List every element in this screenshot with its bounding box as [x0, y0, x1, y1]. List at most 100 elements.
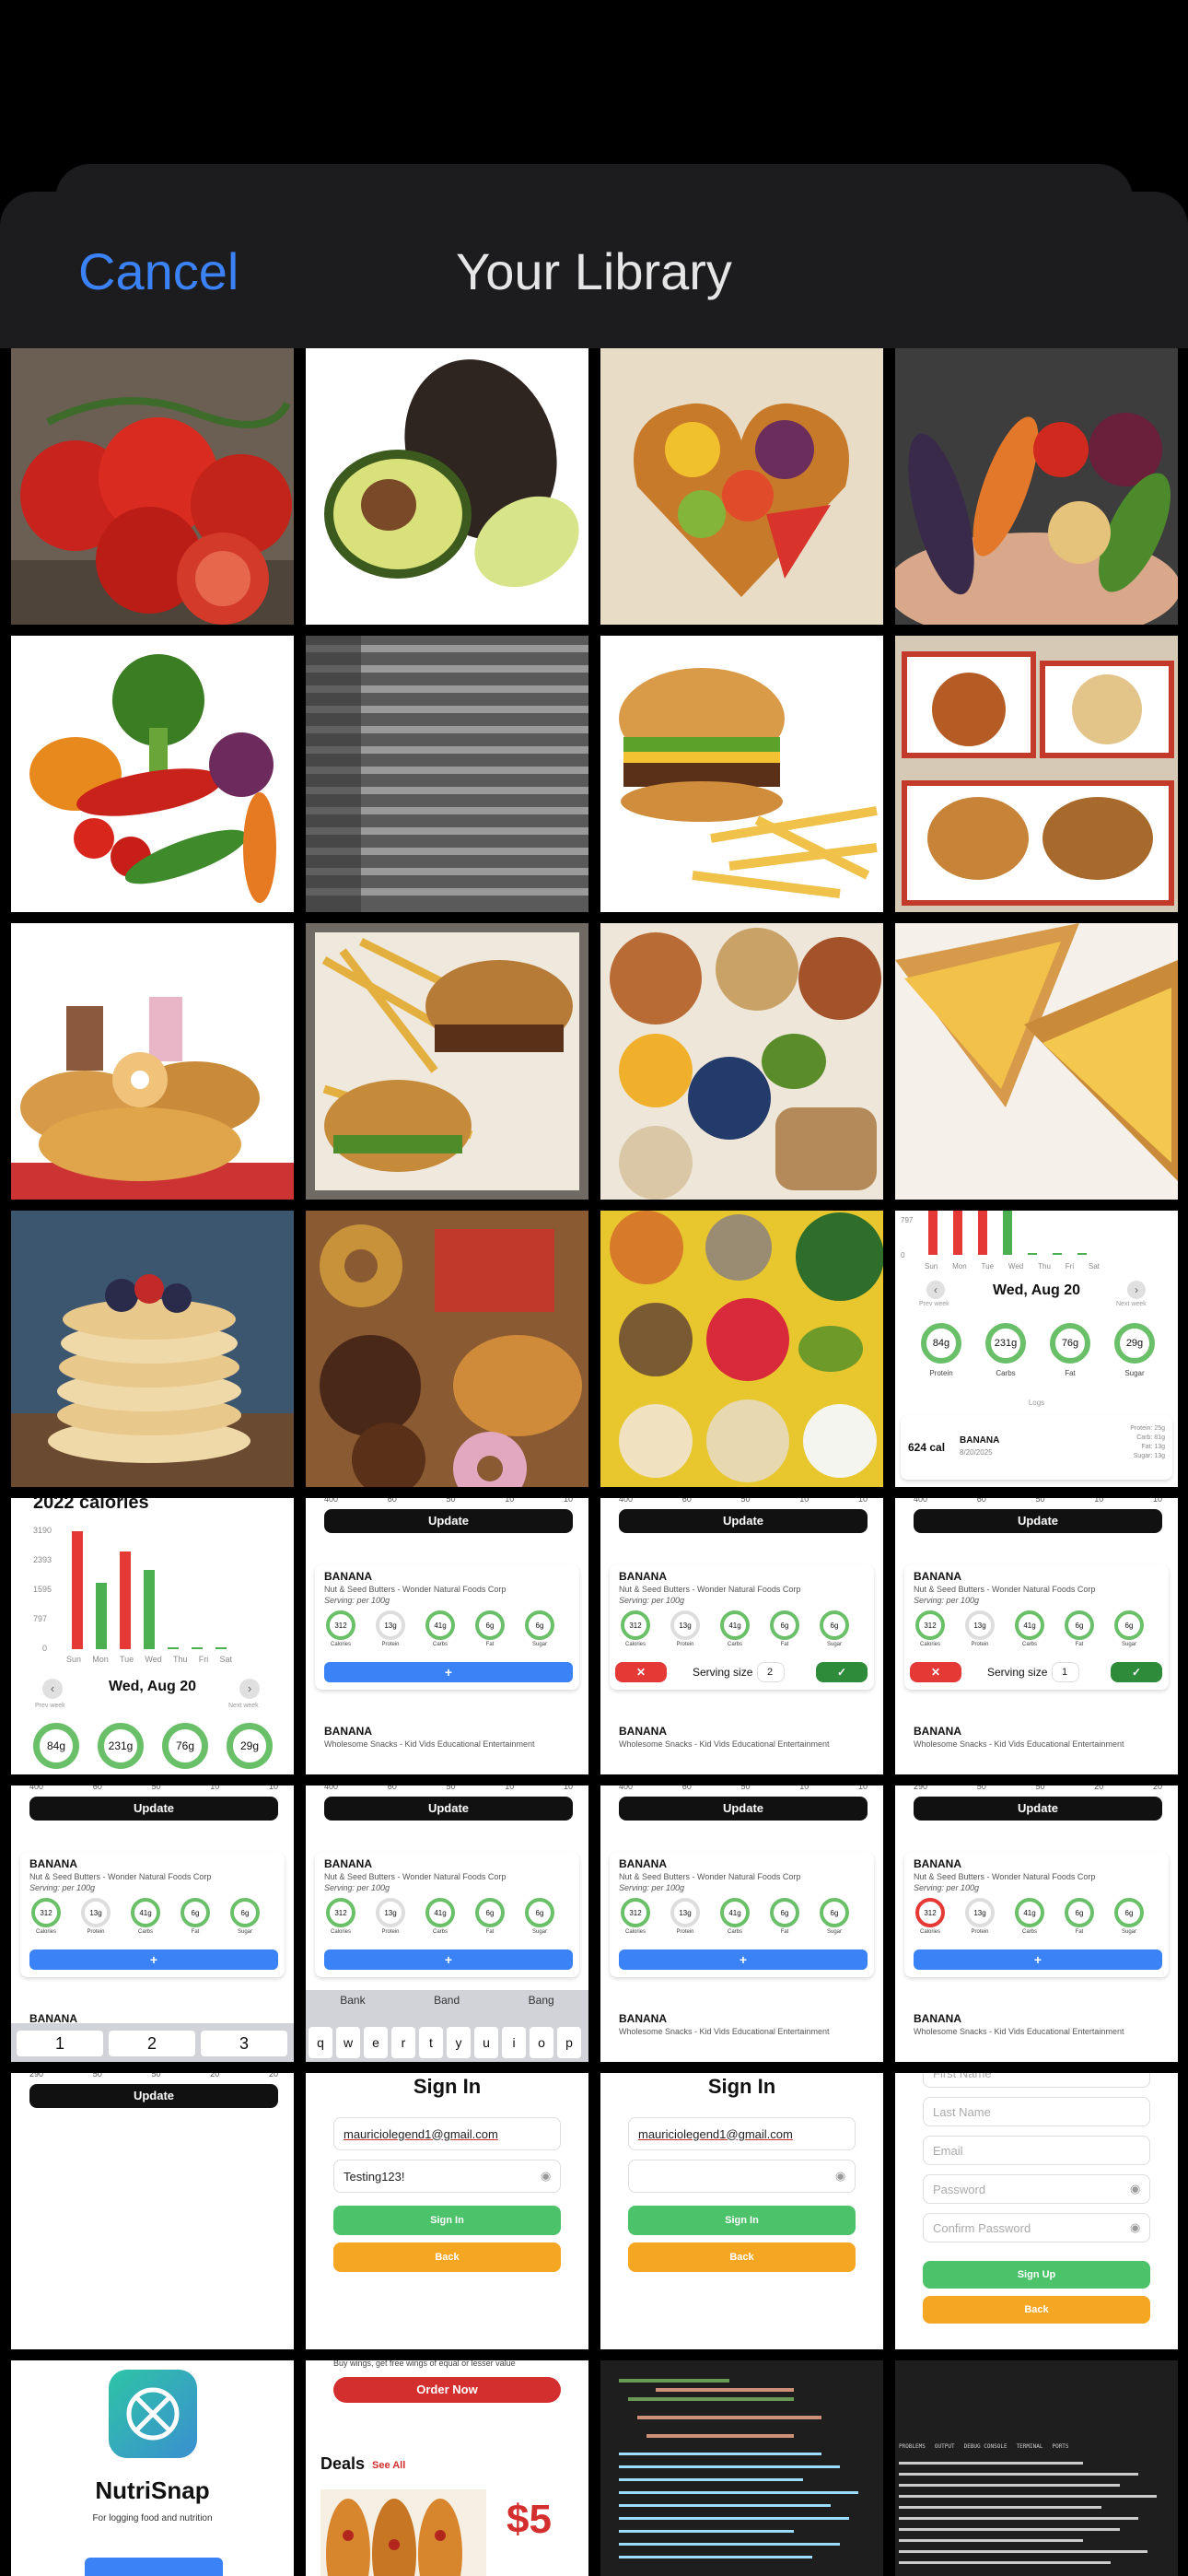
keyboard-key[interactable]: w	[336, 2027, 360, 2058]
food-keypad-screenshot[interactable]: 400 60 50 10 10 Update BANANA Nut & Seed But…	[11, 1786, 294, 2062]
suggestion[interactable]: Bank	[340, 1994, 365, 2007]
burger-fries-photo[interactable]	[600, 636, 883, 912]
keyboard-key[interactable]: i	[502, 2027, 526, 2058]
keyboard-key[interactable]: r	[391, 2027, 415, 2058]
terminal-screenshot[interactable]: PROBLEMS OUTPUT DEBUG CONSOLE TERMINAL PORTS	[895, 2360, 1178, 2576]
junk-food-spread-photo[interactable]	[306, 1211, 588, 1487]
log-entry-card[interactable]: 624 cal BANANA 8/20/2025 Protein: 25g Ca…	[901, 1415, 1172, 1480]
tomatoes-photo[interactable]	[11, 348, 294, 625]
keyboard-key[interactable]: o	[530, 2027, 553, 2058]
food-serving-screenshot[interactable]: 400 60 50 10 10 Update BANANA Nut & Seed But…	[600, 1498, 883, 1774]
window-blinds-photo[interactable]	[306, 636, 588, 912]
fast-food-table-photo[interactable]	[895, 636, 1178, 912]
food-detail-screenshot[interactable]: 400 60 50 10 10 Update BANANA Nut & Seed But…	[600, 1786, 883, 2062]
add-food-button[interactable]: +	[324, 1662, 573, 1682]
update-button[interactable]: Update	[324, 1797, 573, 1821]
get-started-button[interactable]	[85, 2558, 223, 2576]
calories-chart-screenshot[interactable]: 2022 calories 3190 2393 1595 797 0 Sun Mo…	[11, 1498, 294, 1774]
nutrisnap-splash-screenshot[interactable]: NutriSnap For logging food and nutrition	[11, 2360, 294, 2576]
fruit-heart-photo[interactable]	[600, 348, 883, 625]
add-food-button[interactable]: +	[914, 1950, 1162, 1970]
password-field[interactable]: Password	[923, 2174, 1150, 2204]
password-field[interactable]	[628, 2160, 856, 2193]
healthy-foods-photo[interactable]	[600, 923, 883, 1200]
keypad-key[interactable]: 1	[17, 2031, 103, 2056]
keyboard-key[interactable]: e	[364, 2027, 388, 2058]
first-name-field[interactable]: First Name	[923, 2073, 1150, 2088]
confirm-password-field[interactable]: Confirm Password	[923, 2213, 1150, 2242]
keyboard-key[interactable]: t	[419, 2027, 443, 2058]
eye-icon[interactable]: ◉	[1130, 2182, 1140, 2196]
update-button[interactable]: Update	[914, 1509, 1162, 1533]
deals-screenshot[interactable]: Buy wings, get free wings of equal or le…	[306, 2360, 588, 2576]
keypad-key[interactable]: 3	[201, 2031, 287, 2056]
healthy-spread-photo[interactable]	[600, 1211, 883, 1487]
update-button[interactable]: Update	[324, 1509, 573, 1533]
sign-up-screenshot[interactable]: First Name Last Name Email Password ◉ Co…	[895, 2073, 1178, 2349]
back-button[interactable]: Back	[923, 2296, 1150, 2324]
sign-in-button[interactable]: Sign In	[333, 2206, 561, 2235]
cancel-serving-button[interactable]: ✕	[910, 1662, 961, 1682]
update-button[interactable]: Update	[619, 1509, 868, 1533]
keyboard-key[interactable]: u	[474, 2027, 498, 2058]
email-field[interactable]: Email	[923, 2136, 1150, 2165]
eye-icon[interactable]: ◉	[835, 2169, 845, 2184]
panel-tab[interactable]: TERMINAL	[1017, 2443, 1043, 2450]
food-detail-screenshot[interactable]: 400 60 50 10 10 Update BANANA Nut & Seed But…	[306, 1498, 588, 1774]
panel-tab[interactable]: OUTPUT	[935, 2443, 955, 2450]
avocado-photo[interactable]	[306, 348, 588, 625]
serving-size-input[interactable]: 1	[1052, 1662, 1079, 1682]
sign-in-button[interactable]: Sign In	[628, 2206, 856, 2235]
update-button[interactable]: Update	[914, 1797, 1162, 1821]
eye-icon[interactable]: ◉	[541, 2169, 551, 2184]
code-editor-screenshot[interactable]	[600, 2360, 883, 2576]
update-button[interactable]: Update	[619, 1797, 868, 1821]
vegetables-hands-photo[interactable]	[895, 348, 1178, 625]
top-values-row: 400 60 50 10 10	[29, 1786, 278, 1791]
keyboard-key[interactable]: q	[309, 2027, 332, 2058]
sign-in-screenshot[interactable]: Sign In mauriciolegend1@gmail.com Testin…	[306, 2073, 588, 2349]
top-value: 60	[387, 1786, 397, 1791]
eye-icon[interactable]: ◉	[1130, 2220, 1140, 2235]
update-button[interactable]: Update	[29, 2084, 278, 2108]
sign-in-screenshot[interactable]: Sign In mauriciolegend1@gmail.com ◉ Sign…	[600, 2073, 883, 2349]
panel-tab[interactable]: DEBUG CONSOLE	[964, 2443, 1007, 2450]
keyboard-key[interactable]: p	[557, 2027, 581, 2058]
food-brand: Nut & Seed Butters - Wonder Natural Food…	[619, 1872, 801, 1881]
cancel-serving-button[interactable]: ✕	[615, 1662, 667, 1682]
junk-food-stack-photo[interactable]	[11, 923, 294, 1200]
last-name-field[interactable]: Last Name	[923, 2097, 1150, 2126]
update-screenshot[interactable]: 290 50 50 20 20 Update	[11, 2073, 294, 2349]
see-all-link[interactable]: See All	[372, 2460, 405, 2471]
suggestion[interactable]: Bang	[529, 1994, 554, 2007]
grilled-cheese-photo[interactable]	[895, 923, 1178, 1200]
suggestion[interactable]: Band	[434, 1994, 460, 2007]
keyboard-key[interactable]: y	[447, 2027, 471, 2058]
pancakes-photo[interactable]	[11, 1211, 294, 1487]
back-button[interactable]: Back	[333, 2242, 561, 2272]
confirm-serving-button[interactable]: ✓	[816, 1662, 868, 1682]
sign-up-button[interactable]: Sign Up	[923, 2261, 1150, 2289]
add-food-button[interactable]: +	[619, 1950, 868, 1970]
email-field[interactable]: mauriciolegend1@gmail.com	[628, 2117, 856, 2150]
vegetables-pile-photo[interactable]	[11, 636, 294, 912]
food-serving-screenshot[interactable]: 400 60 50 10 10 Update BANANA Nut & Seed But…	[895, 1498, 1178, 1774]
food-brand: Wholesome Snacks - Kid Vids Educational …	[324, 1739, 535, 1749]
pizza-deal-image[interactable]	[320, 2489, 486, 2576]
food-detail-screenshot[interactable]: 290 50 50 20 20 Update BANANA Nut & Seed But…	[895, 1786, 1178, 2062]
panel-tab[interactable]: PROBLEMS	[899, 2443, 926, 2450]
add-food-button[interactable]: +	[29, 1950, 278, 1970]
email-field[interactable]: mauriciolegend1@gmail.com	[333, 2117, 561, 2150]
burgers-fries-tray-photo[interactable]	[306, 923, 588, 1200]
keypad-key[interactable]: 2	[109, 2031, 195, 2056]
update-button[interactable]: Update	[29, 1797, 278, 1821]
serving-size-input[interactable]: 2	[757, 1662, 785, 1682]
food-keyboard-screenshot[interactable]: 400 60 50 10 10 Update BANANA Nut & Seed But…	[306, 1786, 588, 2062]
nutrition-chart-screenshot[interactable]: 797 0 Sun Mon Tue Wed Thu Fri Sat ‹ › Prev wee…	[895, 1211, 1178, 1487]
password-field[interactable]: Testing123!	[333, 2160, 561, 2193]
panel-tab[interactable]: PORTS	[1052, 2443, 1068, 2450]
add-food-button[interactable]: +	[324, 1950, 573, 1970]
back-button[interactable]: Back	[628, 2242, 856, 2272]
confirm-serving-button[interactable]: ✓	[1111, 1662, 1162, 1682]
order-now-button[interactable]: Order Now	[333, 2377, 561, 2403]
